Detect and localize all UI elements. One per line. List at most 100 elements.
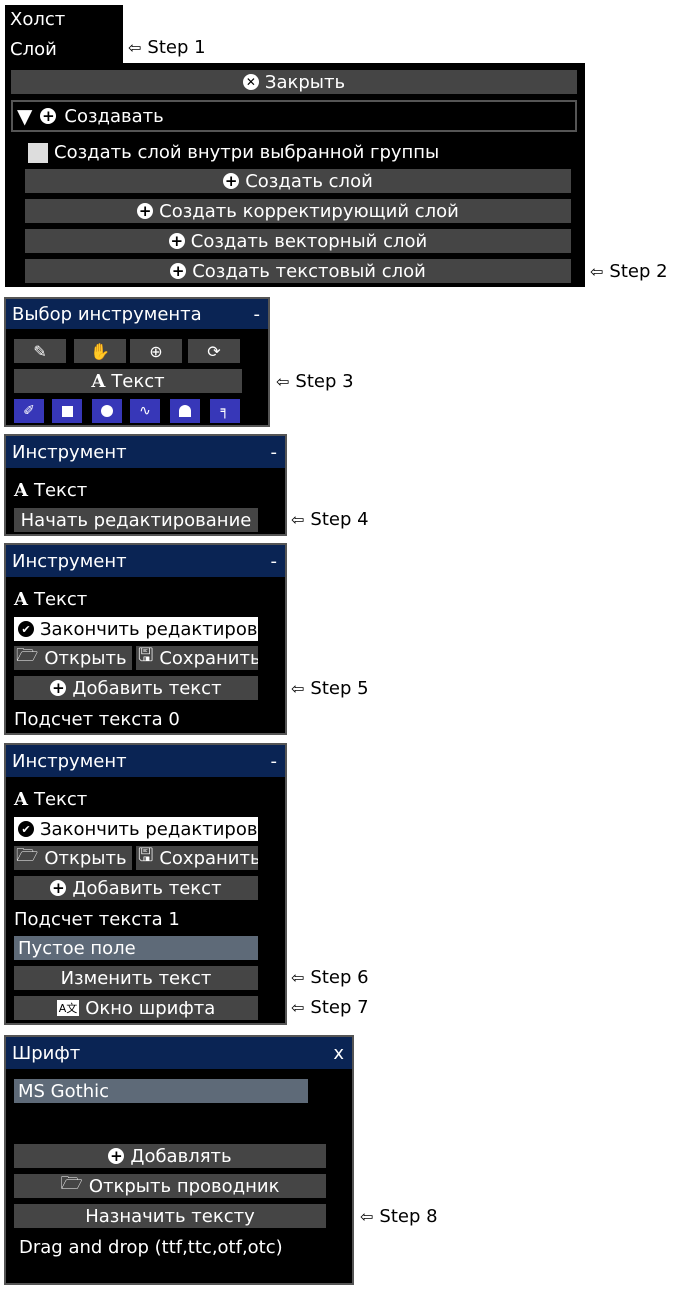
finish-edit-button[interactable]: ✔ Закончить редактиров [14, 817, 258, 841]
square-icon[interactable] [52, 399, 82, 423]
panel-title: Выбор инструмента [12, 303, 202, 325]
text-count-label: Подсчет текста 0 [14, 709, 180, 730]
panel-title: Инструмент [12, 441, 127, 463]
step-8-label: ⇦ Step 8 [360, 1206, 438, 1227]
arrow-left-icon: ⇦ [291, 510, 305, 529]
tool-panel-editing: Инструмент - A Текст ✔ Закончить редактиро… [4, 543, 287, 735]
text-a-icon: A [14, 789, 28, 810]
close-icon: ✕ [242, 74, 259, 90]
step-3-label: ⇦ Step 3 [276, 371, 354, 392]
font-panel: Шрифт x MS Gothic + Добавлять 🗁 Открыть пр… [4, 1035, 354, 1285]
step-1-label: ⇦ Step 1 [128, 37, 206, 58]
inside-group-checkbox-row[interactable]: Создать слой внутри выбранной группы [28, 142, 439, 163]
step-2-label: ⇦ Step 2 [590, 261, 668, 282]
collapse-button[interactable]: - [271, 551, 278, 572]
bell-icon[interactable] [170, 399, 200, 423]
collapse-button[interactable]: - [271, 751, 278, 772]
start-edit-button[interactable]: Начать редактирование [14, 508, 258, 532]
close-button[interactable]: x [333, 1043, 344, 1064]
tool-panel-titlebar: Инструмент - [6, 436, 285, 468]
text-a-icon: A [14, 589, 28, 610]
arrow-left-icon: ⇦ [291, 968, 305, 987]
floppy-icon: 🖫 [138, 646, 154, 666]
create-vector-layer-button[interactable]: + Создать векторный слой [25, 229, 571, 253]
tool-panel-titlebar: Инструмент - [6, 745, 285, 777]
step-6-label: ⇦ Step 6 [291, 967, 369, 988]
tool-panel-start: Инструмент - A Текст Начать редактировани… [4, 434, 287, 536]
panel-title: Инструмент [12, 550, 127, 572]
collapse-button[interactable]: - [254, 304, 261, 325]
menu-item-layer[interactable]: Слой [10, 39, 57, 60]
collapse-button[interactable]: - [271, 442, 278, 463]
top-menu: Холст Слой [5, 5, 123, 63]
plus-circle-icon: + [223, 172, 240, 190]
create-adjustment-layer-button[interactable]: + Создать корректирующий слой [25, 199, 571, 223]
refresh-icon[interactable]: ⟳ [188, 339, 240, 363]
arrow-left-icon: ⇦ [291, 679, 305, 698]
current-tool-label: A Текст [14, 789, 88, 810]
save-button[interactable]: 🖫 Сохранить [136, 646, 258, 670]
save-button[interactable]: 🖫 Сохранить [136, 846, 258, 870]
font-glyph-icon: A文 [56, 1000, 80, 1016]
selected-font-item[interactable]: MS Gothic [14, 1079, 308, 1103]
create-text-layer-button[interactable]: + Создать текстовый слой [25, 259, 571, 283]
panel-title: Инструмент [12, 750, 127, 772]
zoom-icon[interactable]: ⊕ [130, 339, 182, 363]
arrow-left-icon: ⇦ [291, 998, 305, 1017]
create-section-header[interactable]: ▼ + Создавать [11, 100, 577, 132]
tool-panel-titlebar: Инструмент - [6, 545, 285, 577]
tool-select-panel: Выбор инструмента - ✎ ✋ ⊕ ⟳ A Текст ✐ ∿ ╕ [4, 297, 270, 427]
finish-edit-button[interactable]: ✔ Закончить редактиров [14, 617, 258, 641]
folder-open-icon: 🗁 [16, 846, 39, 866]
check-circle-icon: ✔ [18, 621, 34, 637]
open-button[interactable]: 🗁 Открыть [14, 646, 132, 670]
eyedropper-icon[interactable]: ✎ [14, 339, 66, 363]
add-font-button[interactable]: + Добавлять [14, 1144, 326, 1168]
step-4-label: ⇦ Step 4 [291, 509, 369, 530]
text-tool-button[interactable]: A Текст [14, 369, 242, 393]
pen-icon[interactable]: ✐ [14, 399, 44, 423]
check-circle-icon: ✔ [18, 821, 34, 837]
circle-icon[interactable] [92, 399, 122, 423]
text-a-icon: A [91, 370, 106, 392]
folder-open-icon: 🗁 [60, 1174, 83, 1194]
menu-item-canvas[interactable]: Холст [10, 9, 65, 30]
tool-select-titlebar: Выбор инструмента - [6, 299, 268, 329]
checkbox[interactable] [28, 142, 48, 163]
assign-to-text-button[interactable]: Назначить тексту [14, 1204, 326, 1228]
plus-circle-icon: + [50, 879, 67, 897]
arrow-left-icon: ⇦ [590, 262, 604, 281]
step-5-label: ⇦ Step 5 [291, 678, 369, 699]
folder-open-icon: 🗁 [16, 646, 39, 666]
plus-circle-icon: + [50, 679, 67, 697]
text-list-item[interactable]: Пустое поле [14, 936, 258, 960]
text-count-label: Подсчет текста 1 [14, 909, 180, 930]
arrow-left-icon: ⇦ [276, 372, 290, 391]
panel-title: Шрифт [12, 1042, 81, 1064]
change-text-button[interactable]: Изменить текст [14, 966, 258, 990]
drag-drop-hint: Drag and drop (ttf,ttc,otf,otc) [19, 1237, 283, 1258]
step-7-label: ⇦ Step 7 [291, 997, 369, 1018]
paint-roller-icon[interactable]: ╕ [210, 399, 240, 423]
open-button[interactable]: 🗁 Открыть [14, 846, 132, 870]
open-explorer-button[interactable]: 🗁 Открыть проводник [14, 1174, 326, 1198]
text-a-icon: A [14, 480, 28, 501]
tool-panel-with-text: Инструмент - A Текст ✔ Закончить редактиро… [4, 743, 287, 1025]
current-tool-label: A Текст [14, 589, 88, 610]
add-text-button[interactable]: + Добавить текст [14, 876, 258, 900]
current-tool-label: A Текст [14, 480, 88, 501]
font-panel-titlebar: Шрифт x [6, 1037, 352, 1069]
plus-circle-icon: + [168, 232, 185, 250]
brush-stroke-icon[interactable]: ∿ [130, 399, 160, 423]
close-button[interactable]: ✕ Закрыть [11, 70, 577, 94]
add-text-button[interactable]: + Добавить текст [14, 676, 258, 700]
create-layer-button[interactable]: + Создать слой [25, 169, 571, 193]
arrow-left-icon: ⇦ [128, 38, 142, 57]
triangle-down-icon: ▼ [17, 104, 33, 128]
plus-circle-icon: + [170, 262, 187, 280]
arrow-left-icon: ⇦ [360, 1207, 374, 1226]
plus-circle-icon: + [40, 107, 57, 125]
hand-icon[interactable]: ✋ [74, 339, 126, 363]
floppy-icon: 🖫 [138, 846, 154, 866]
font-window-button[interactable]: A文 Окно шрифта [14, 996, 258, 1020]
